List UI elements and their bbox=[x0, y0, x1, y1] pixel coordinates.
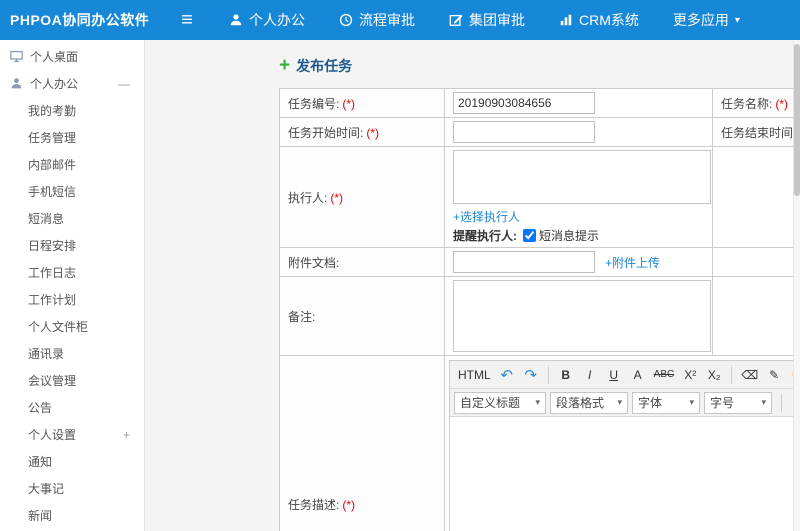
superscript-button[interactable]: X² bbox=[678, 364, 702, 386]
strikethrough-button[interactable]: ABC bbox=[650, 364, 679, 386]
description-label: 任务描述: (*) bbox=[279, 355, 445, 531]
sidebar: 个人桌面 个人办公 — 我的考勤 任务管理 内部邮件 手机短信 短消息 日程安排… bbox=[0, 40, 145, 531]
nav-personal-office[interactable]: 个人办公 bbox=[212, 0, 322, 40]
heading-style-dropdown[interactable]: 自定义标题 ▾ bbox=[454, 391, 546, 414]
sidebar-item-task-management[interactable]: 任务管理 bbox=[0, 124, 144, 151]
caret-down-icon: ▾ bbox=[535, 397, 540, 407]
nav-label: 集团审批 bbox=[469, 12, 525, 28]
toolbar-separator bbox=[547, 365, 549, 384]
caret-down-icon: ▾ bbox=[734, 14, 740, 26]
nav-crm-system[interactable]: CRM系统 bbox=[542, 0, 656, 40]
nav-process-approval[interactable]: 流程审批 bbox=[322, 0, 432, 40]
empty-cell bbox=[712, 247, 793, 277]
rich-text-editor: HTML ↶ ↷ B I U A ABC X² X₂ ⌫ ✎ 自定义标题 ▾ 段… bbox=[449, 360, 793, 531]
underline-button[interactable]: U bbox=[602, 364, 626, 386]
bold-button[interactable]: B bbox=[554, 364, 578, 386]
nav-group-approval[interactable]: 集团审批 bbox=[432, 0, 542, 40]
end-time-label: 任务结束时间:(*) bbox=[712, 117, 793, 147]
start-time-input[interactable] bbox=[453, 121, 595, 143]
task-number-label: 任务编号: (*) bbox=[279, 88, 445, 118]
nav-label: 更多应用 bbox=[672, 12, 729, 28]
remark-label: 备注: bbox=[279, 276, 445, 356]
task-form: 任务编号:(*) 任务名称:(*) 任务开始时间:(*) 任务结束时间:(*) … bbox=[279, 88, 793, 531]
attachment-label: 附件文档: bbox=[279, 247, 445, 277]
main-content: + 发布任务 任务编号:(*) 任务名称:(*) 任务开始时间:(*) 任务结束… bbox=[146, 40, 793, 531]
paragraph-format-dropdown[interactable]: 段落格式 ▾ bbox=[550, 391, 628, 414]
start-time-label: 任务开始时间: (*) bbox=[279, 117, 445, 147]
editor-content-area[interactable] bbox=[450, 417, 793, 531]
font-family-dropdown[interactable]: 字体 ▾ bbox=[632, 391, 700, 414]
executor-textarea[interactable] bbox=[453, 150, 711, 204]
nav-label: 流程审批 bbox=[359, 12, 415, 28]
blockquote-button[interactable]: 66 bbox=[786, 364, 793, 386]
expand-icon[interactable]: + bbox=[123, 428, 130, 442]
sidebar-item-internal-mail[interactable]: 内部邮件 bbox=[0, 151, 144, 178]
html-source-button[interactable]: HTML bbox=[454, 364, 495, 386]
nav-label: 个人办公 bbox=[249, 12, 305, 28]
executor-label: 执行人: (*) bbox=[279, 146, 445, 248]
vertical-scrollbar[interactable] bbox=[793, 40, 800, 531]
remind-executor-label: 提醒执行人: bbox=[453, 229, 517, 243]
attachment-upload-link[interactable]: +附件上传 bbox=[605, 254, 660, 271]
edit-square-icon bbox=[449, 13, 463, 27]
remove-format-button[interactable]: ⌫ bbox=[737, 364, 762, 386]
sidebar-item-memorabilia[interactable]: 大事记 bbox=[0, 475, 144, 502]
nav-label: CRM系统 bbox=[579, 12, 639, 28]
editor-toolbar-row2: 自定义标题▾ 段落格式▾ 字体▾ 字号▾ ≡ ≡ ≡ bbox=[450, 389, 793, 417]
subscript-button[interactable]: X₂ bbox=[702, 364, 726, 386]
sidebar-item-short-message[interactable]: 短消息 bbox=[0, 205, 144, 232]
empty-cell bbox=[712, 146, 793, 248]
sidebar-item-news[interactable]: 新闻 bbox=[0, 502, 144, 529]
sidebar-item-work-log[interactable]: 工作日志 bbox=[0, 259, 144, 286]
sidebar-group-personal-settings[interactable]: 个人设置 + bbox=[0, 421, 144, 448]
nav-more-apps[interactable]: 更多应用 ▾ bbox=[656, 0, 757, 40]
bar-chart-icon bbox=[559, 13, 573, 27]
sidebar-item-mobile-sms[interactable]: 手机短信 bbox=[0, 178, 144, 205]
clock-icon bbox=[339, 13, 353, 27]
editor-toolbar-row1: HTML ↶ ↷ B I U A ABC X² X₂ ⌫ ✎ bbox=[450, 361, 793, 389]
sidebar-label: 个人办公 bbox=[30, 77, 79, 91]
attachment-input[interactable] bbox=[453, 251, 595, 273]
sidebar-item-file-cabinet[interactable]: 个人文件柜 bbox=[0, 313, 144, 340]
top-header: PHPOA协同办公软件 ≡ 个人办公 流程审批 集团审批 CRM系统 更多应用 … bbox=[0, 0, 800, 40]
redo-button[interactable]: ↷ bbox=[519, 364, 543, 386]
sidebar-label: 个人桌面 bbox=[30, 50, 79, 64]
sidebar-item-work-plan[interactable]: 工作计划 bbox=[0, 286, 144, 313]
font-button[interactable]: A bbox=[626, 364, 650, 386]
sidebar-item-contacts[interactable]: 通讯录 bbox=[0, 340, 144, 367]
sidebar-item-meeting-management[interactable]: 会议管理 bbox=[0, 367, 144, 394]
sidebar-item-attendance[interactable]: 我的考勤 bbox=[0, 97, 144, 124]
page-title: + 发布任务 bbox=[279, 55, 353, 76]
app-logo: PHPOA协同办公软件 bbox=[10, 12, 150, 28]
person-icon bbox=[10, 77, 23, 90]
italic-button[interactable]: I bbox=[578, 364, 602, 386]
toolbar-separator bbox=[731, 365, 733, 384]
sidebar-group-personal-office[interactable]: 个人办公 — bbox=[0, 70, 144, 97]
add-icon: + bbox=[279, 55, 291, 76]
undo-button[interactable]: ↶ bbox=[495, 364, 519, 386]
sidebar-item-announcement[interactable]: 公告 bbox=[0, 394, 144, 421]
person-icon bbox=[229, 13, 243, 27]
sms-remind-label: 短消息提示 bbox=[539, 229, 600, 243]
caret-down-icon: ▾ bbox=[617, 397, 622, 407]
toolbar-separator bbox=[781, 393, 782, 412]
task-number-input[interactable] bbox=[453, 92, 595, 114]
collapse-icon[interactable]: — bbox=[118, 77, 130, 91]
sidebar-item-desktop[interactable]: 个人桌面 bbox=[0, 43, 144, 70]
font-size-dropdown[interactable]: 字号 ▾ bbox=[704, 391, 772, 414]
task-name-label: 任务名称: (*) bbox=[712, 88, 793, 118]
sms-remind-checkbox[interactable] bbox=[523, 229, 536, 242]
desktop-icon bbox=[10, 50, 23, 63]
remark-textarea[interactable] bbox=[453, 280, 711, 352]
caret-down-icon: ▾ bbox=[761, 397, 766, 407]
sidebar-item-schedule[interactable]: 日程安排 bbox=[0, 232, 144, 259]
caret-down-icon: ▾ bbox=[689, 397, 694, 407]
empty-cell bbox=[712, 276, 793, 356]
sidebar-item-notice[interactable]: 通知 bbox=[0, 448, 144, 475]
select-executor-link[interactable]: +选择执行人 bbox=[453, 208, 704, 225]
top-nav: 个人办公 流程审批 集团审批 CRM系统 更多应用 ▾ bbox=[212, 0, 757, 40]
hamburger-menu-icon[interactable]: ≡ bbox=[170, 0, 204, 40]
scrollbar-thumb[interactable] bbox=[794, 44, 800, 196]
format-painter-button[interactable]: ✎ bbox=[762, 364, 786, 386]
